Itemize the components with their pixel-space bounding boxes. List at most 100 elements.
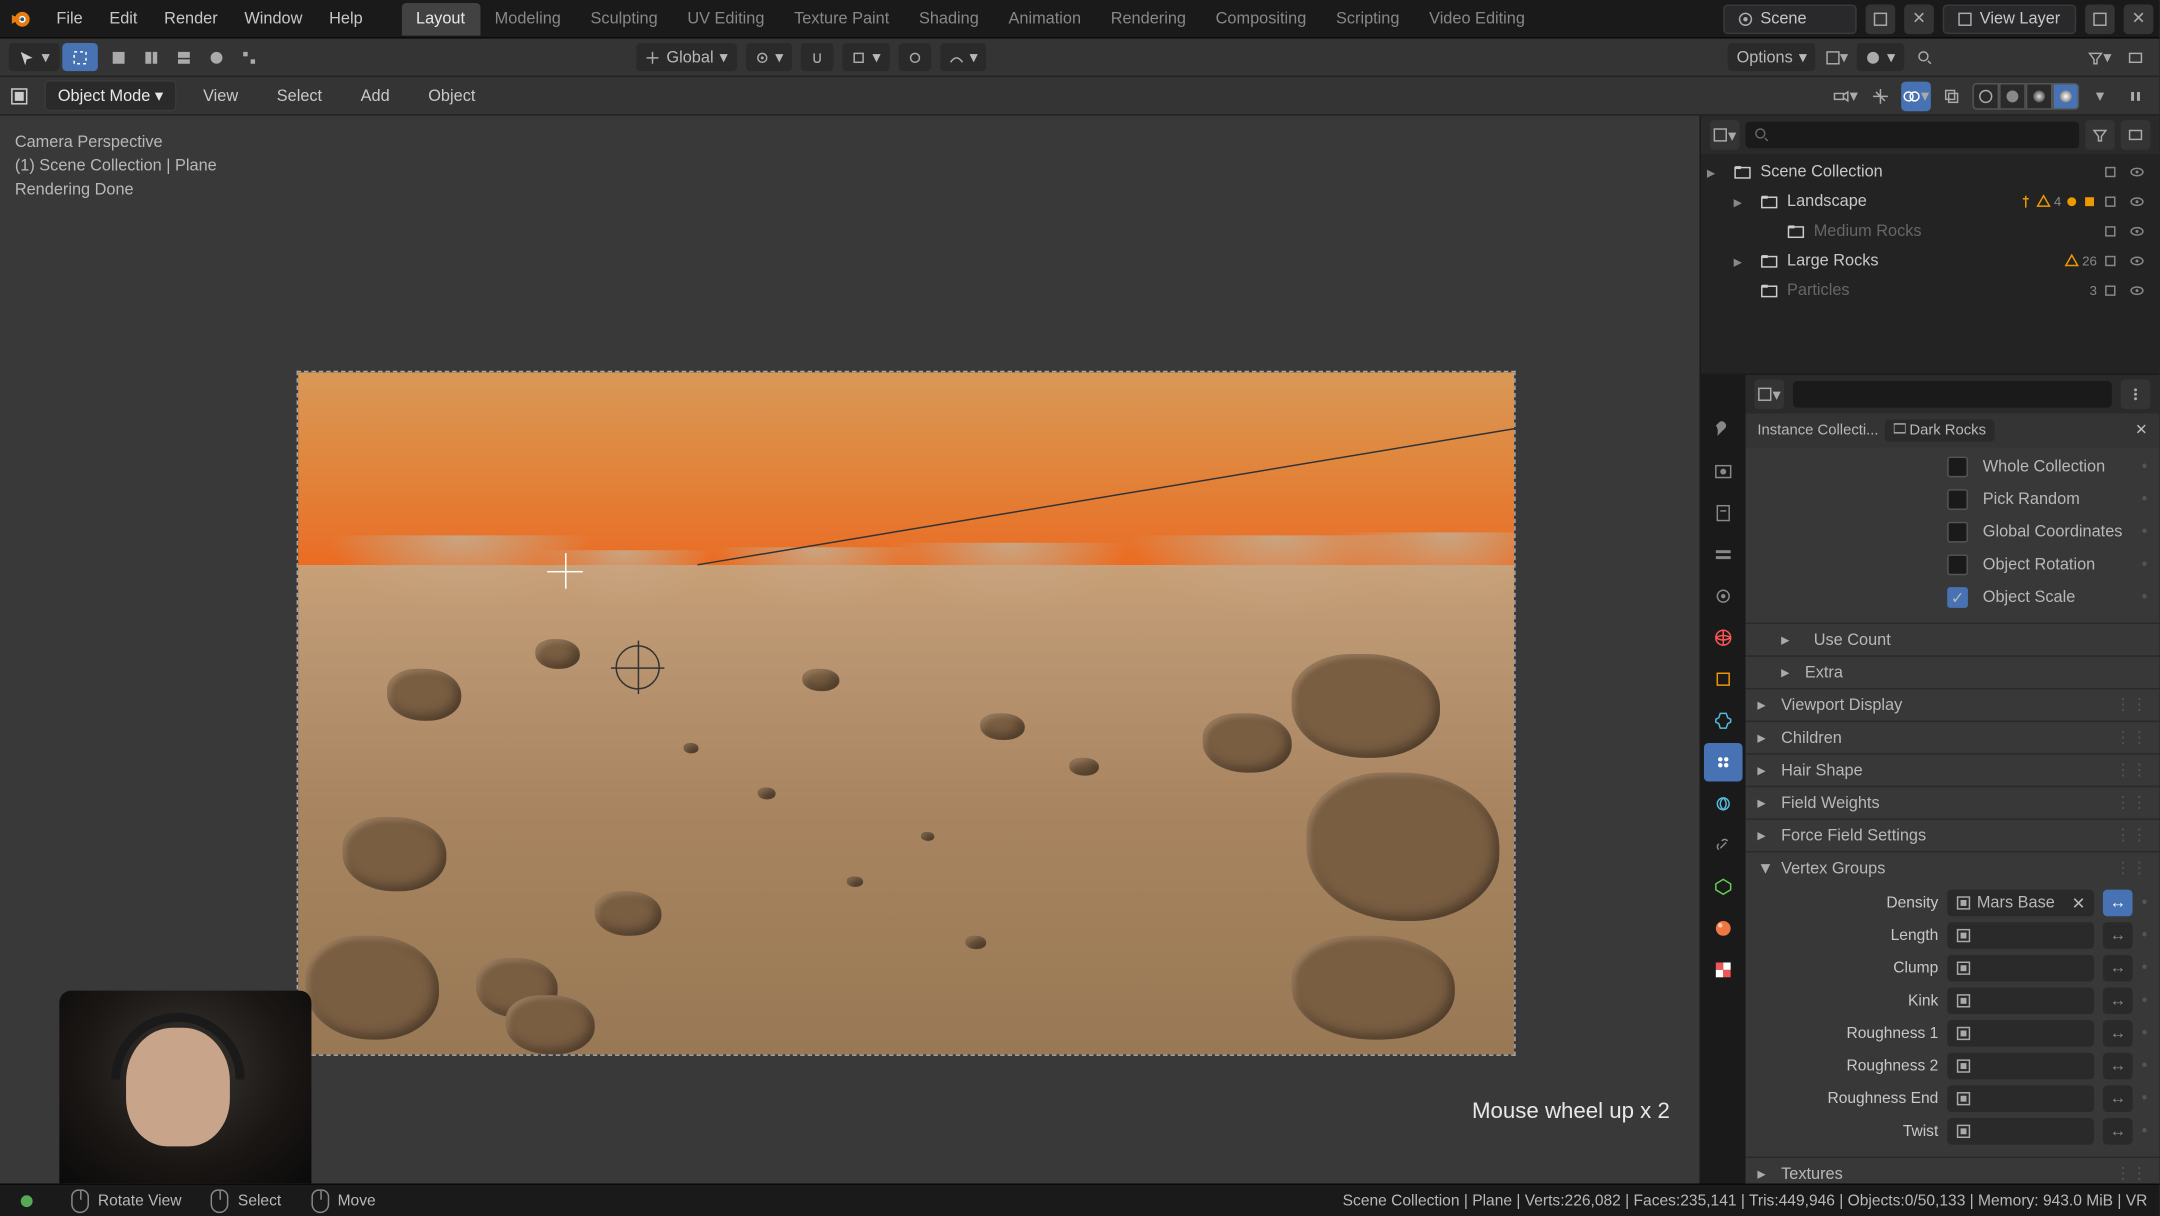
- workspace-tab-modeling[interactable]: Modeling: [480, 2, 576, 35]
- section-use-count[interactable]: ▸Use Count: [1745, 624, 2159, 655]
- checkbox[interactable]: [1947, 457, 1968, 478]
- select-mode-3-icon[interactable]: [168, 42, 198, 72]
- shading-options-icon[interactable]: ▾: [2085, 81, 2115, 111]
- menu-object[interactable]: Object: [416, 81, 487, 111]
- workspace-tab-texture-paint[interactable]: Texture Paint: [779, 2, 904, 35]
- workspace-tab-rendering[interactable]: Rendering: [1096, 2, 1201, 35]
- restrict-view-icon[interactable]: [2130, 283, 2154, 298]
- menu-add[interactable]: Add: [349, 81, 402, 111]
- outliner-filter-icon[interactable]: [2085, 120, 2115, 150]
- workspace-tab-sculpting[interactable]: Sculpting: [576, 2, 673, 35]
- vg-invert[interactable]: ↔: [2103, 955, 2133, 982]
- menu-help[interactable]: Help: [317, 4, 374, 34]
- snap-type[interactable]: ▾: [843, 43, 890, 71]
- delete-scene-icon[interactable]: ✕: [1904, 4, 1934, 34]
- section-hair-shape[interactable]: ▸Hair Shape⋮⋮: [1745, 755, 2159, 786]
- workspace-tab-animation[interactable]: Animation: [994, 2, 1096, 35]
- outliner-editor-icon[interactable]: ▾: [1710, 120, 1740, 150]
- outliner-item-scene-collection[interactable]: ▸Scene Collection: [1701, 157, 2159, 187]
- shading-rendered-icon[interactable]: [2052, 82, 2079, 109]
- menu-edit[interactable]: Edit: [97, 4, 149, 34]
- shading-material-icon[interactable]: [2026, 82, 2053, 109]
- pivot-point[interactable]: ▾: [746, 43, 793, 71]
- select-mode-2-icon[interactable]: [136, 42, 166, 72]
- menu-file[interactable]: File: [44, 4, 94, 34]
- header-shading-icon[interactable]: ▾: [1857, 43, 1904, 71]
- workspace-tab-scripting[interactable]: Scripting: [1321, 2, 1414, 35]
- instance-collection-field[interactable]: Dark Rocks: [1884, 420, 1994, 442]
- workspace-tab-uv-editing[interactable]: UV Editing: [672, 2, 779, 35]
- properties-options-icon[interactable]: [2121, 380, 2151, 410]
- tab-output[interactable]: [1704, 494, 1743, 533]
- shading-modes[interactable]: [1972, 82, 2079, 109]
- proportional-toggle[interactable]: [898, 43, 931, 71]
- mode-selector[interactable]: Object Mode ▾: [44, 80, 176, 111]
- transform-orientation[interactable]: Global ▾: [637, 43, 737, 71]
- tab-data[interactable]: [1704, 868, 1743, 907]
- search-header-icon[interactable]: [1910, 42, 1940, 72]
- gizmo-icon[interactable]: [1866, 81, 1896, 111]
- filter-icon[interactable]: ▾: [2085, 42, 2115, 72]
- outliner-search[interactable]: [1745, 122, 2079, 149]
- restrict-select-icon[interactable]: [2103, 254, 2127, 269]
- outliner-item-particles[interactable]: Particles3: [1701, 276, 2159, 306]
- workspace-tab-shading[interactable]: Shading: [904, 2, 994, 35]
- new-layer-icon[interactable]: [2085, 4, 2115, 34]
- new-collection-icon[interactable]: [2121, 42, 2151, 72]
- cursor-tool-icon[interactable]: ▾: [9, 43, 59, 71]
- tab-modifier[interactable]: [1704, 701, 1743, 740]
- tab-viewlayer[interactable]: [1704, 535, 1743, 574]
- tab-constraint[interactable]: [1704, 826, 1743, 865]
- scene-selector[interactable]: Scene: [1723, 4, 1856, 34]
- vg-field[interactable]: [1947, 1020, 2094, 1047]
- restrict-select-icon[interactable]: [2103, 165, 2127, 180]
- restrict-select-icon[interactable]: [2103, 224, 2127, 239]
- outliner-add-icon[interactable]: [2121, 120, 2151, 150]
- vg-invert[interactable]: ↔: [2103, 1020, 2133, 1047]
- tab-particles[interactable]: [1704, 743, 1743, 782]
- vg-density-invert[interactable]: ↔: [2103, 890, 2133, 917]
- select-mode-1-icon[interactable]: [103, 42, 133, 72]
- properties-editor-icon[interactable]: ▾: [1754, 380, 1784, 410]
- xray-icon[interactable]: [1937, 81, 1967, 111]
- checkbox[interactable]: ✓: [1947, 587, 1968, 608]
- section-viewport-display[interactable]: ▸Viewport Display⋮⋮: [1745, 690, 2159, 721]
- select-mode-5-icon[interactable]: [234, 42, 264, 72]
- viewport[interactable]: Camera Perspective (1) Scene Collection …: [0, 116, 1700, 1184]
- snap-toggle[interactable]: [801, 43, 834, 71]
- vg-invert[interactable]: ↔: [2103, 1053, 2133, 1080]
- view-camera-icon[interactable]: ▾: [1830, 81, 1860, 111]
- status-record-icon[interactable]: [12, 1186, 42, 1216]
- shading-solid-icon[interactable]: [1999, 82, 2026, 109]
- outliner-tree[interactable]: ▸Scene Collection▸Landscape4Medium Rocks…: [1701, 154, 2159, 373]
- restrict-select-icon[interactable]: [2103, 283, 2127, 298]
- menu-window[interactable]: Window: [233, 4, 315, 34]
- vg-field[interactable]: [1947, 955, 2094, 982]
- menu-view[interactable]: View: [191, 81, 250, 111]
- section-vertex-groups[interactable]: ▼Vertex Groups⋮⋮: [1745, 853, 2159, 884]
- tree-expand-icon[interactable]: ▸: [1734, 251, 1752, 270]
- section-force-field-settings[interactable]: ▸Force Field Settings⋮⋮: [1745, 820, 2159, 851]
- tree-expand-icon[interactable]: ▸: [1734, 192, 1752, 211]
- restrict-view-icon[interactable]: [2130, 165, 2154, 180]
- restrict-select-icon[interactable]: [2103, 194, 2127, 209]
- tab-scene[interactable]: [1704, 577, 1743, 616]
- tab-physics[interactable]: [1704, 785, 1743, 824]
- vg-field[interactable]: [1947, 988, 2094, 1015]
- restrict-view-icon[interactable]: [2130, 224, 2154, 239]
- tab-texture[interactable]: [1704, 951, 1743, 990]
- workspace-tab-video-editing[interactable]: Video Editing: [1414, 2, 1539, 35]
- checkbox[interactable]: [1947, 522, 1968, 543]
- properties-search[interactable]: [1793, 381, 2112, 408]
- menu-select[interactable]: Select: [265, 81, 334, 111]
- delete-layer-icon[interactable]: ✕: [2124, 4, 2154, 34]
- tab-object[interactable]: [1704, 660, 1743, 699]
- proportional-type[interactable]: ▾: [940, 43, 987, 71]
- tab-tool[interactable]: [1704, 411, 1743, 450]
- pause-render-icon[interactable]: [2121, 81, 2151, 111]
- vg-field[interactable]: [1947, 1053, 2094, 1080]
- checkbox[interactable]: [1947, 555, 1968, 576]
- clear-collection-icon[interactable]: ✕: [2135, 423, 2147, 439]
- vg-field[interactable]: [1947, 1118, 2094, 1145]
- tree-expand-icon[interactable]: ▸: [1707, 162, 1725, 181]
